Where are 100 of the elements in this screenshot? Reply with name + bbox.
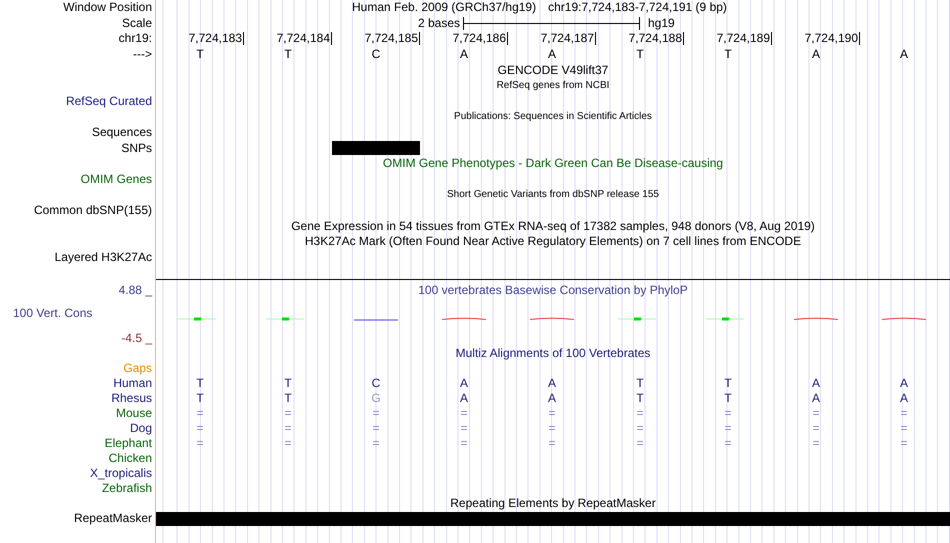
track-label: RefSeq Curated xyxy=(66,94,152,108)
alignment-base: A xyxy=(548,377,556,390)
alignment-base: = xyxy=(812,437,820,450)
base-letter: T xyxy=(284,48,292,62)
ruler-coordinate: 7,724,185 xyxy=(364,32,418,46)
alignment-base: T xyxy=(196,392,204,406)
strand-arrow: ---> xyxy=(133,48,152,62)
ruler-coordinate: 7,724,188 xyxy=(628,32,682,46)
row-label: Scale xyxy=(122,16,152,30)
track-label: Layered H3K27Ac xyxy=(54,250,152,264)
ruler-tick xyxy=(331,32,332,46)
alignment-base: = xyxy=(724,422,732,436)
alignment-base: = xyxy=(372,422,380,436)
alignment-base: A xyxy=(460,392,468,406)
ruler-coordinate: 7,724,186 xyxy=(452,32,506,46)
species-label: Gaps xyxy=(123,362,152,376)
ruler-tick xyxy=(595,32,596,46)
alignment-base: A xyxy=(900,392,908,406)
track-title: Gene Expression in 54 tissues from GTEx RNA-seq of 17382 samples, 948 donors (V8, Aug 2019) xyxy=(291,220,815,233)
ruler-tick xyxy=(859,32,860,46)
base-letter: A xyxy=(812,48,820,62)
row-label: chr19: xyxy=(118,32,152,46)
alignment-base: = xyxy=(812,422,820,436)
position-range: chr19:7,724,183-7,724,191 (9 bp) xyxy=(548,1,727,14)
alignment-base: = xyxy=(636,422,644,436)
conservation-negative-mark xyxy=(530,316,574,322)
alignment-base: = xyxy=(548,407,556,420)
track-label: Common dbSNP(155) xyxy=(34,204,152,218)
ruler-coordinate: 7,724,183 xyxy=(188,32,242,46)
alignment-base: = xyxy=(548,437,556,450)
species-label: X_tropicalis xyxy=(90,467,152,480)
alignment-base: = xyxy=(284,407,292,420)
alignment-base: = xyxy=(460,437,468,450)
ruler-tick xyxy=(771,32,772,46)
track-label: OMIM Genes xyxy=(80,172,152,186)
alignment-base: A xyxy=(900,377,908,390)
alignment-base: T xyxy=(284,377,292,390)
alignment-base: T xyxy=(724,392,732,406)
track-title: RefSeq genes from NCBI xyxy=(496,80,610,92)
scale-length: 2 bases xyxy=(418,16,460,30)
species-label: Human xyxy=(113,377,152,390)
ruler-coordinate: 7,724,189 xyxy=(716,32,770,46)
ruler-tick xyxy=(419,32,420,46)
alignment-base: = xyxy=(196,422,204,436)
species-label: Mouse xyxy=(116,407,152,420)
alignment-base: T xyxy=(284,392,292,406)
alignment-base: = xyxy=(460,407,468,420)
track-title: H3K27Ac Mark (Often Found Near Active Regulatory Elements) on 7 cell lines from ENCODE xyxy=(304,235,802,248)
alignment-base: T xyxy=(636,377,644,390)
alignment-base: A xyxy=(460,377,468,390)
alignment-base: = xyxy=(724,437,732,450)
track-label: RepeatMasker xyxy=(74,512,152,526)
track-label: Sequences xyxy=(92,126,152,140)
alignment-base: = xyxy=(636,437,644,450)
species-label: Dog xyxy=(130,422,152,436)
alignment-base: = xyxy=(372,437,380,450)
track-title: Short Genetic Variants from dbSNP release 155 xyxy=(447,189,659,200)
base-letter: A xyxy=(460,48,468,62)
track-title: Multiz Alignments of 100 Vertebrates xyxy=(456,347,650,360)
ruler-tick xyxy=(683,32,684,46)
track-title: GENCODE V49lift37 xyxy=(498,64,608,77)
species-label: Chicken xyxy=(108,452,152,466)
alignment-base: = xyxy=(548,422,556,436)
alignment-base: = xyxy=(900,437,908,450)
assembly-name: Human Feb. 2009 (GRCh37/hg19) xyxy=(352,1,536,14)
track-title: Repeating Elements by RepeatMasker xyxy=(450,497,656,510)
base-letter: A xyxy=(900,48,908,62)
alignment-base: = xyxy=(372,407,380,420)
ruler-tick xyxy=(507,32,508,46)
alignment-base: = xyxy=(284,422,292,436)
ruler-coordinate: 7,724,184 xyxy=(276,32,330,46)
alignment-base: = xyxy=(460,422,468,436)
conservation-negative-mark xyxy=(794,316,838,322)
base-letter: T xyxy=(636,48,644,62)
base-letter: A xyxy=(548,48,556,62)
alignment-base: T xyxy=(196,377,204,390)
ruler-coordinate: 7,724,187 xyxy=(540,32,594,46)
alignment-base: = xyxy=(724,407,732,420)
row-label: Window Position xyxy=(63,1,152,14)
alignment-base: = xyxy=(812,407,820,420)
track-title: OMIM Gene Phenotypes - Dark Green Can Be Disease-causing xyxy=(382,157,724,170)
ruler-tick xyxy=(243,32,244,46)
assembly-name: hg19 xyxy=(648,16,675,30)
axis-max-label: 4.88 _ xyxy=(118,284,152,298)
track-label: 100 Vert. Cons xyxy=(12,307,94,320)
species-label: Rhesus xyxy=(111,392,152,406)
alignment-base: T xyxy=(724,377,732,390)
track-title: 100 vertebrates Basewise Conservation by PhyloP xyxy=(417,284,689,298)
species-label: Elephant xyxy=(104,437,152,450)
alignment-base: = xyxy=(196,407,204,420)
track-label: SNPs xyxy=(121,142,152,155)
alignment-base: C xyxy=(372,377,380,390)
species-label: Zebrafish xyxy=(102,482,152,496)
alignment-base: = xyxy=(284,437,292,450)
conservation-negative-mark xyxy=(882,316,926,322)
ruler-coordinate: 7,724,190 xyxy=(804,32,858,46)
track-title: Publications: Sequences in Scientific Articles xyxy=(454,111,652,122)
alignment-base: = xyxy=(196,437,204,450)
alignment-base: = xyxy=(900,407,908,420)
alignment-base: G xyxy=(371,392,381,406)
